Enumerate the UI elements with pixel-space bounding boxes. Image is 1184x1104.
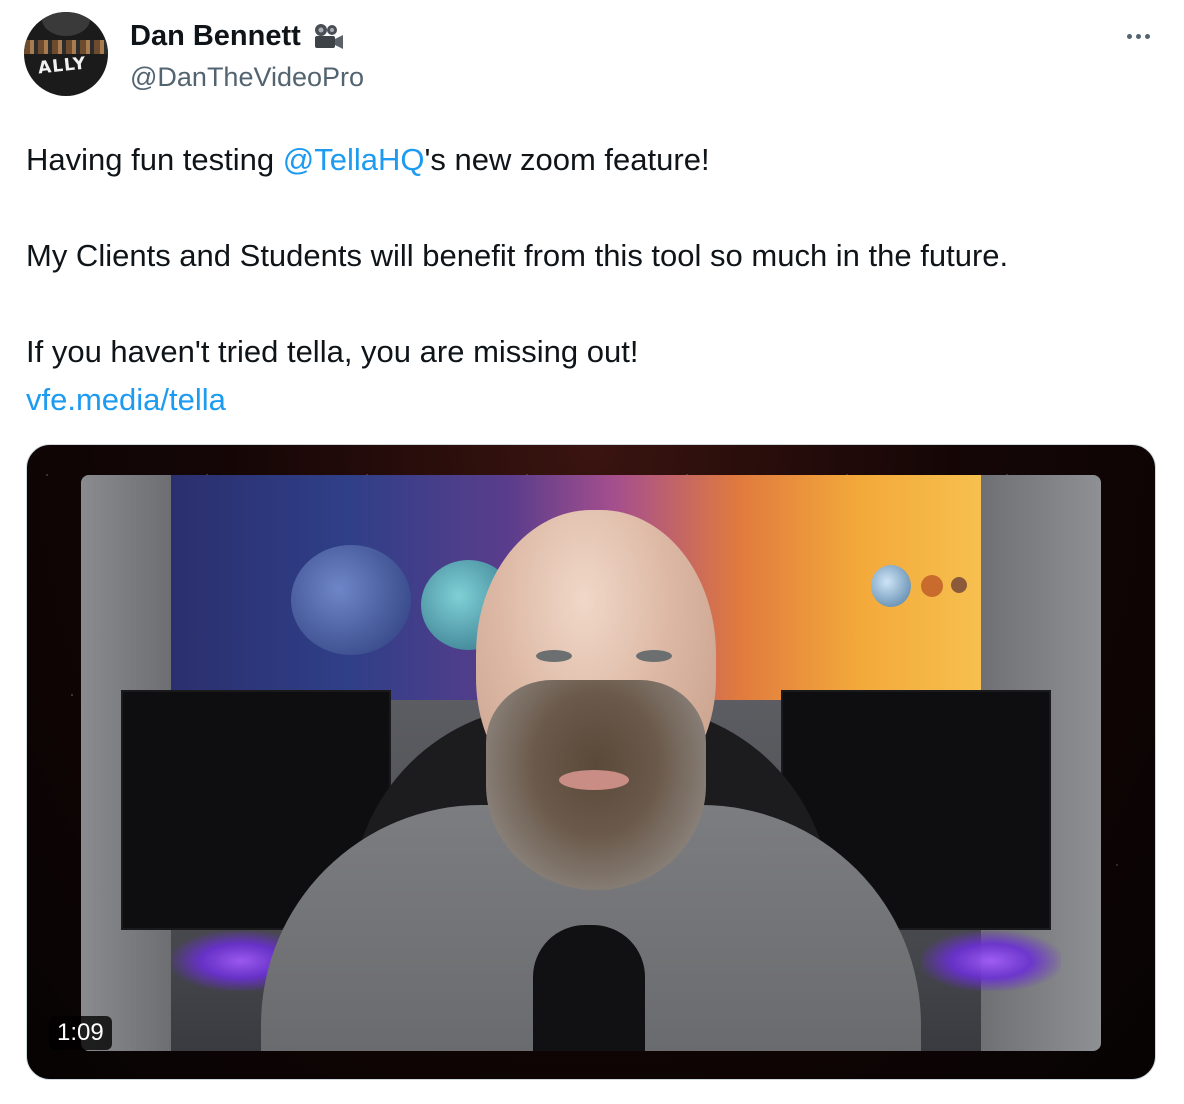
tweet: ALLY Dan Bennett @DanTheVideoPro Having …	[0, 0, 1184, 1104]
tweet-line-3: If you haven't tried tella, you are miss…	[26, 334, 639, 369]
tweet-text: Having fun testing @TellaHQ's new zoom f…	[26, 136, 1166, 424]
author-name-row[interactable]: Dan Bennett	[130, 20, 345, 53]
url-link[interactable]: vfe.media/tella	[26, 382, 226, 417]
microphone	[533, 925, 645, 1051]
planet	[291, 545, 411, 655]
tweet-line-1-suffix: 's new zoom feature!	[424, 142, 710, 177]
avatar[interactable]: ALLY	[24, 12, 108, 96]
more-dot-icon	[1135, 33, 1141, 39]
video-duration-badge: 1:09	[49, 1016, 112, 1050]
mouth	[559, 770, 629, 790]
video-player[interactable]: 1:09	[26, 444, 1156, 1080]
eye-right	[636, 650, 672, 662]
more-dot-icon	[1126, 33, 1132, 39]
tweet-line-2: My Clients and Students will benefit fro…	[26, 238, 1009, 273]
planet	[921, 575, 943, 597]
author-handle[interactable]: @DanTheVideoPro	[130, 62, 364, 93]
avatar-shirt-stripes	[24, 40, 108, 54]
video-thumbnail	[81, 475, 1101, 1051]
more-dot-icon	[1144, 33, 1150, 39]
author-display-name[interactable]: Dan Bennett	[130, 20, 301, 53]
planet	[871, 565, 911, 607]
eye-left	[536, 650, 572, 662]
tweet-line-1: Having fun testing @TellaHQ's new zoom f…	[26, 136, 1166, 184]
planet	[951, 577, 967, 593]
avatar-hair	[42, 12, 90, 36]
movie-camera-icon	[311, 22, 345, 52]
more-options-button[interactable]	[1118, 24, 1158, 48]
tweet-line-1-prefix: Having fun testing	[26, 142, 283, 177]
desk-light-right	[921, 931, 1061, 991]
mention-link[interactable]: @TellaHQ	[283, 142, 425, 177]
avatar-shirt-logo: ALLY	[37, 53, 88, 79]
